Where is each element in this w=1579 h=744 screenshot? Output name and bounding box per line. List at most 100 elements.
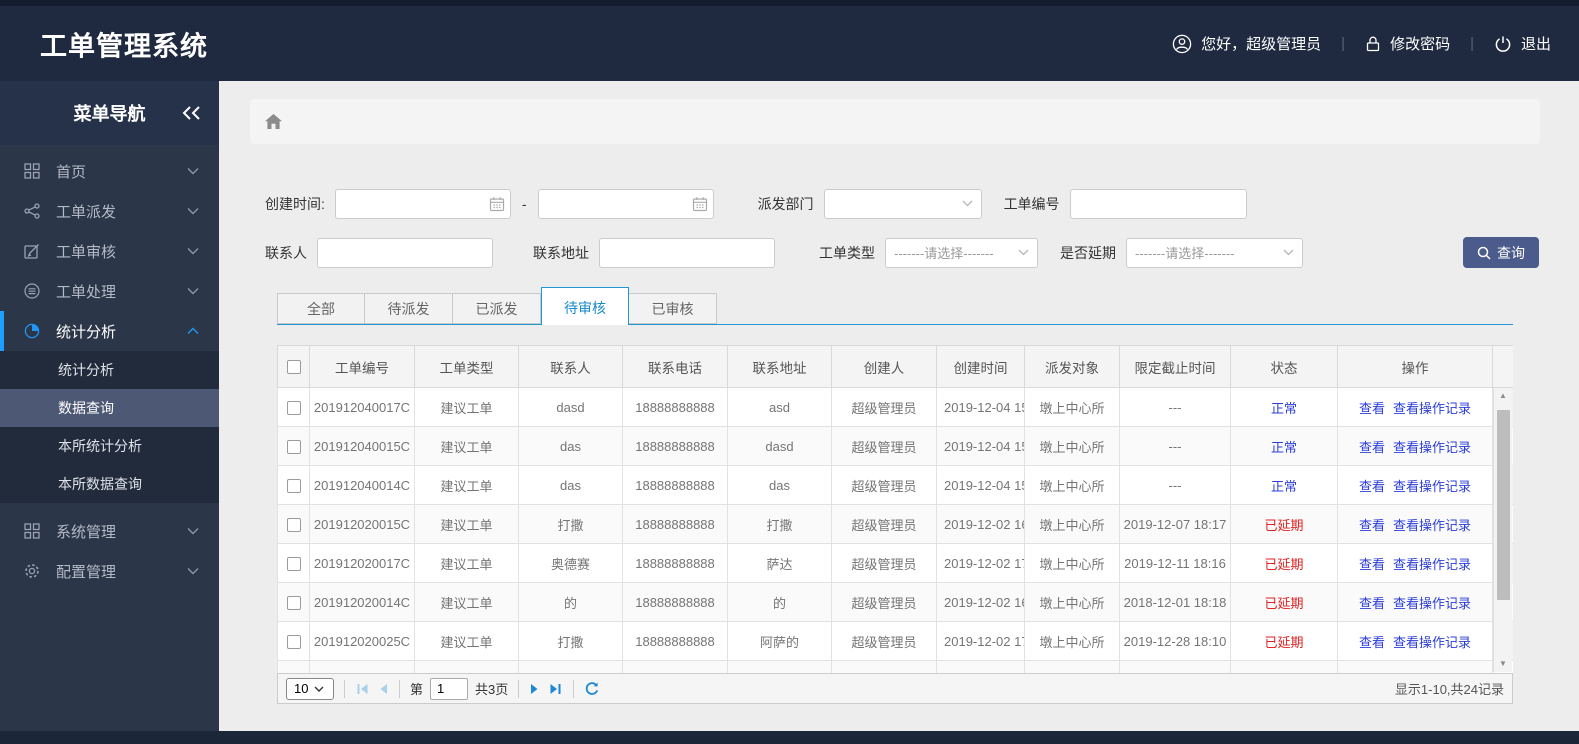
lock-icon (1365, 35, 1381, 53)
dispatch-dept-label: 派发部门 (757, 195, 814, 212)
tab-dispatched[interactable]: 已派发 (453, 293, 541, 324)
sidebar-item-process[interactable]: 工单处理 (0, 271, 219, 311)
cell-deadline: 2019-12-07 18:17 (1119, 504, 1231, 544)
collapse-sidebar-icon[interactable] (181, 106, 201, 121)
sidebar-item-home[interactable]: 首页 (0, 151, 219, 191)
search-button[interactable]: 查询 (1463, 237, 1539, 268)
row-select-cell (277, 465, 310, 505)
scroll-down-icon[interactable]: ▼ (1494, 656, 1512, 672)
sidebar-item-label: 首页 (56, 163, 87, 181)
cell-dispatch_to: 墩上中心所 (1024, 504, 1120, 544)
view-log-link[interactable]: 查看操作记录 (1393, 440, 1471, 455)
table-row: 201912020017C 建议工单 奥德赛 18888888888 萨达 超级管理员 20… (277, 543, 1513, 583)
user-icon (1172, 34, 1192, 54)
chevron-down-icon (1283, 249, 1294, 256)
tab-reviewed[interactable]: 已审核 (629, 293, 717, 324)
delay-value: -------请选择------- (1135, 246, 1235, 261)
view-log-link[interactable]: 查看操作记录 (1393, 401, 1471, 416)
row-checkbox[interactable] (286, 556, 301, 571)
view-link[interactable]: 查看 (1359, 479, 1385, 494)
next-page-button[interactable] (529, 682, 541, 696)
select-all-checkbox[interactable] (286, 360, 301, 375)
sidebar-item-review[interactable]: 工单审核 (0, 231, 219, 271)
calendar-icon[interactable] (692, 196, 708, 212)
chevron-down-icon (962, 200, 973, 207)
sidebar-item-label: 系统管理 (56, 523, 117, 541)
cell-create_time: 2019-12-02 17 (936, 543, 1025, 583)
view-link[interactable]: 查看 (1359, 596, 1385, 611)
date-from-input[interactable] (334, 188, 511, 219)
logout-link[interactable]: 退出 (1494, 33, 1551, 54)
row-checkbox[interactable] (286, 478, 301, 493)
view-link[interactable]: 查看 (1359, 518, 1385, 533)
work-order-table: 工单编号 工单类型 联系人 联系电话 联系地址 创建人 创建时间 派发对象 限定… (277, 345, 1513, 673)
home-icon[interactable] (264, 113, 283, 130)
top-header-bar: 工单管理系统 您好，超级管理员 | 修改密码 | 退出 (0, 0, 1579, 81)
order-no-input[interactable] (1069, 188, 1247, 219)
col-create-time: 创建时间 (936, 345, 1025, 388)
tab-all[interactable]: 全部 (277, 293, 365, 324)
delay-select[interactable]: -------请选择------- (1126, 237, 1303, 268)
sidebar-item-dispatch[interactable]: 工单派发 (0, 191, 219, 231)
cell-order_no: 201912020015C (309, 504, 415, 544)
submenu-item-data-query[interactable]: 数据查询 (0, 389, 219, 427)
footer-bar (0, 731, 1579, 744)
cell-status: 正常 (1230, 465, 1338, 505)
prev-page-button[interactable] (377, 682, 389, 696)
table-row: 201912020025C 建议工单 打撒 18888888888 阿萨的 超级管理员 20… (277, 621, 1513, 661)
view-log-link[interactable]: 查看操作记录 (1393, 635, 1471, 650)
page-number-input[interactable] (430, 677, 469, 700)
scrollbar-thumb[interactable] (1497, 410, 1510, 600)
view-link[interactable]: 查看 (1359, 440, 1385, 455)
view-link[interactable]: 查看 (1359, 635, 1385, 650)
address-input[interactable] (599, 237, 775, 268)
last-page-button[interactable] (548, 682, 563, 696)
cell-deadline: --- (1119, 387, 1231, 427)
cell-phone: 18888888888 (622, 426, 728, 466)
app-window: 工单管理系统 您好，超级管理员 | 修改密码 | 退出 菜单导航 首页 工单派发… (0, 0, 1579, 744)
view-log-link[interactable]: 查看操作记录 (1393, 596, 1471, 611)
dispatch-dept-select[interactable] (823, 188, 982, 219)
grid-icon (24, 523, 42, 539)
vertical-scrollbar[interactable]: ▲ ▼ (1493, 388, 1512, 672)
first-page-button[interactable] (355, 682, 370, 696)
order-type-select[interactable]: -------请选择------- (885, 237, 1038, 268)
view-link[interactable]: 查看 (1359, 401, 1385, 416)
sidebar-item-statistics[interactable]: 统计分析 (0, 311, 219, 351)
sidebar-item-label: 统计分析 (56, 323, 117, 341)
view-log-link[interactable]: 查看操作记录 (1393, 518, 1471, 533)
submenu-item-local-statistics[interactable]: 本所统计分析 (0, 427, 219, 465)
col-phone: 联系电话 (622, 345, 728, 388)
sidebar-item-label: 工单审核 (56, 243, 117, 261)
view-link[interactable]: 查看 (1359, 557, 1385, 572)
cell-address: 萨达 (727, 543, 832, 583)
work-order-grid: 工单编号 工单类型 联系人 联系电话 联系地址 创建人 创建时间 派发对象 限定… (277, 345, 1513, 704)
scroll-up-icon[interactable]: ▲ (1494, 388, 1512, 404)
view-log-link[interactable]: 查看操作记录 (1393, 479, 1471, 494)
refresh-button[interactable] (584, 681, 600, 697)
row-checkbox[interactable] (286, 595, 301, 610)
contact-input[interactable] (317, 237, 493, 268)
cell-dispatch_to: 墩上中心所 (1024, 621, 1120, 661)
change-password-link[interactable]: 修改密码 (1365, 33, 1450, 54)
change-password-text: 修改密码 (1390, 36, 1451, 53)
sidebar-item-system[interactable]: 系统管理 (0, 511, 219, 551)
page-size-select[interactable]: 10 (286, 677, 334, 700)
row-checkbox[interactable] (286, 400, 301, 415)
user-greeting[interactable]: 您好，超级管理员 (1172, 33, 1321, 54)
view-log-link[interactable]: 查看操作记录 (1393, 557, 1471, 572)
col-status: 状态 (1230, 345, 1338, 388)
row-checkbox[interactable] (286, 634, 301, 649)
submenu-item-local-data-query[interactable]: 本所数据查询 (0, 465, 219, 503)
submenu-item-statistics[interactable]: 统计分析 (0, 351, 219, 389)
statistics-submenu: 统计分析 数据查询 本所统计分析 本所数据查询 (0, 351, 219, 503)
row-checkbox[interactable] (286, 517, 301, 532)
cell-address: 阿萨的 (727, 621, 832, 661)
sidebar-item-config[interactable]: 配置管理 (0, 551, 219, 591)
calendar-icon[interactable] (489, 196, 505, 212)
tab-to-dispatch[interactable]: 待派发 (365, 293, 453, 324)
top-right-menu: 您好，超级管理员 | 修改密码 | 退出 (1172, 6, 1551, 81)
row-checkbox[interactable] (286, 439, 301, 454)
date-to-input[interactable] (537, 188, 714, 219)
tab-to-review[interactable]: 待审核 (541, 287, 629, 325)
